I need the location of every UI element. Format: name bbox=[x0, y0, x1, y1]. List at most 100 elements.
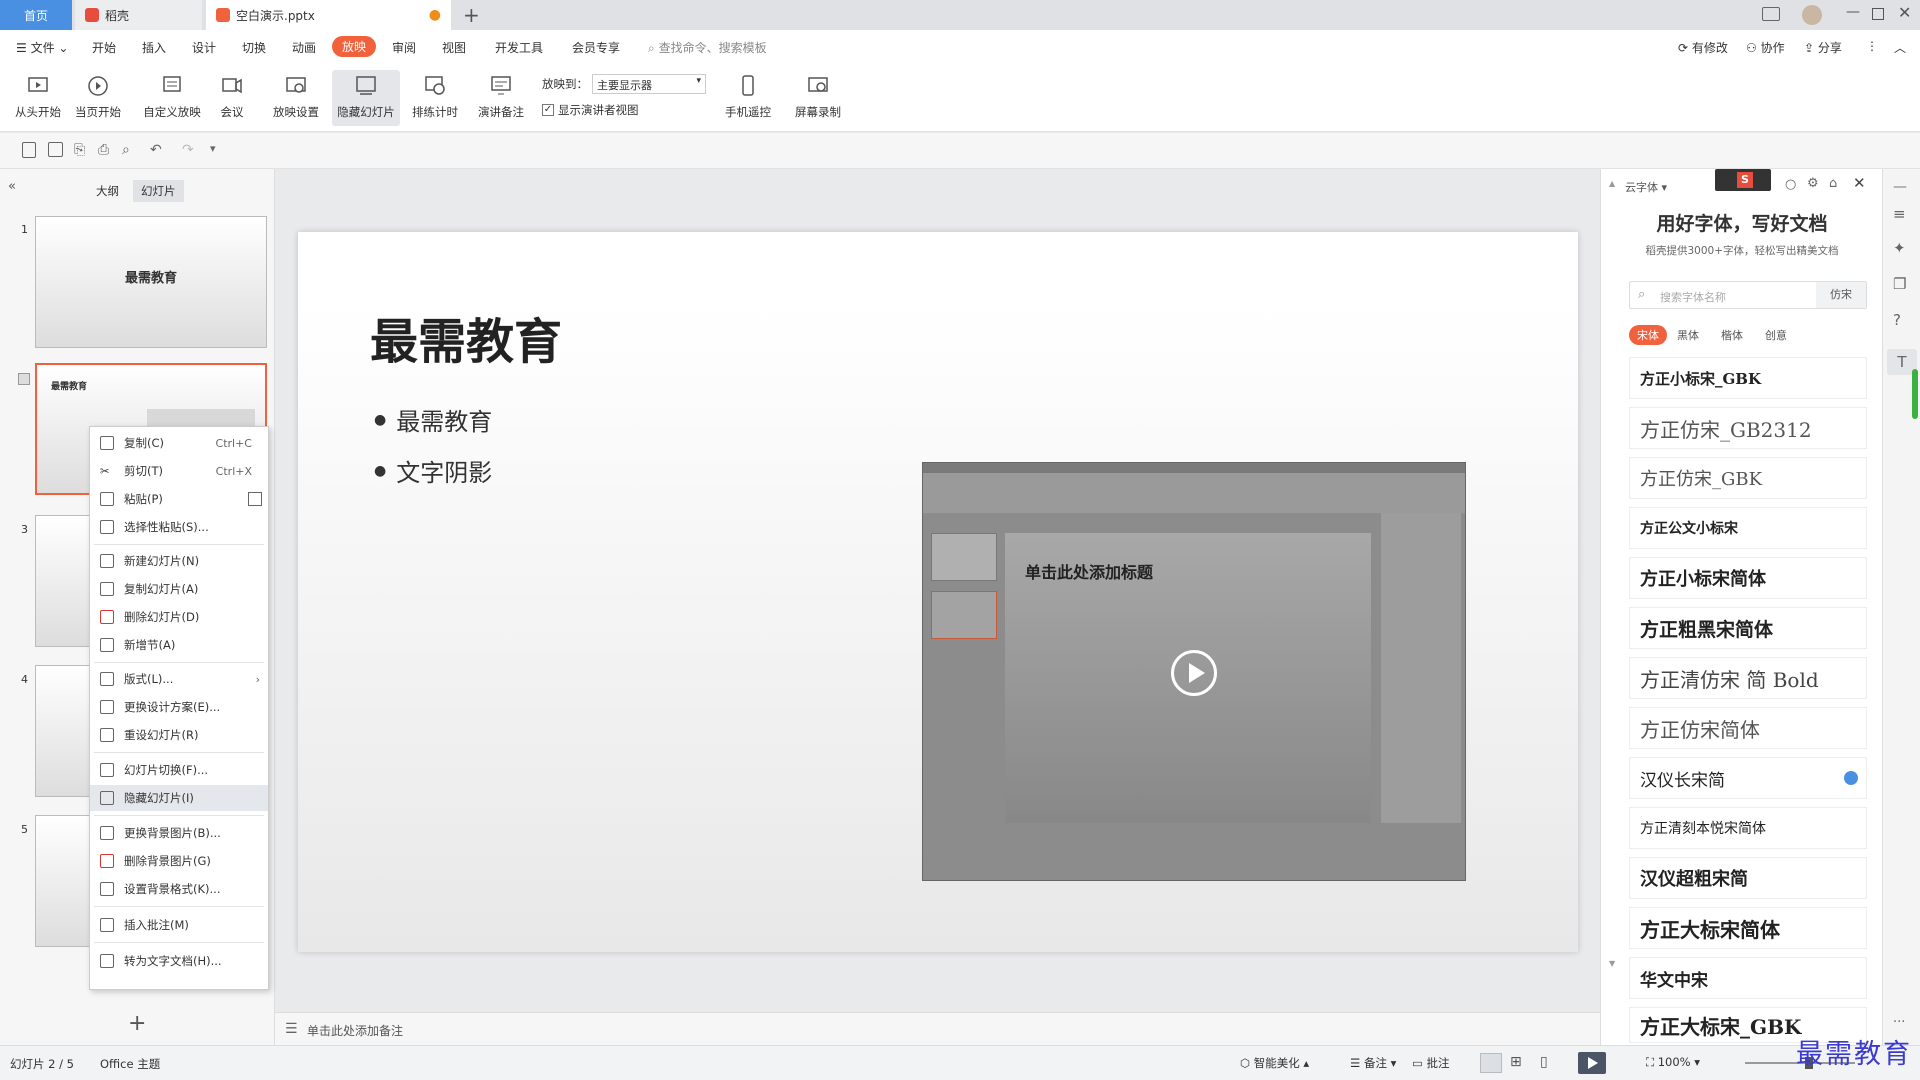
ctx-layout[interactable]: 版式(L)... › bbox=[90, 666, 268, 692]
font-item[interactable]: 方正仿宋简体 bbox=[1629, 707, 1867, 749]
slide-title[interactable]: 最需教育 bbox=[370, 302, 562, 372]
screen-record-button[interactable]: 屏幕录制 bbox=[790, 70, 846, 126]
sorter-view-icon[interactable]: ⊞ bbox=[1510, 1054, 1522, 1070]
play-to-select[interactable]: 主要显示器 ▾ bbox=[592, 74, 706, 94]
font-search-tag[interactable]: 仿宋 bbox=[1816, 282, 1866, 308]
font-panel-header[interactable]: 云字体 ▾ bbox=[1625, 179, 1667, 195]
normal-view-icon[interactable] bbox=[1480, 1053, 1502, 1073]
paste-options-icon[interactable] bbox=[248, 492, 262, 506]
new-file-icon[interactable] bbox=[22, 142, 36, 158]
smart-beautify-button[interactable]: ⬡ 智能美化 ▴ bbox=[1240, 1055, 1309, 1071]
undo-icon[interactable]: ↶ bbox=[150, 142, 168, 160]
menu-insert[interactable]: 插入 bbox=[142, 39, 166, 56]
ctx-format-background[interactable]: 设置背景格式(K)... bbox=[90, 876, 268, 902]
font-cat-hei[interactable]: 黑体 bbox=[1677, 327, 1699, 343]
command-search[interactable]: ⌕ 查找命令、搜索模板 bbox=[648, 39, 767, 56]
play-slideshow-button[interactable] bbox=[1578, 1052, 1606, 1074]
new-tab-icon[interactable]: + bbox=[463, 3, 480, 27]
font-item[interactable]: 方正大标宋简体 bbox=[1629, 907, 1867, 949]
chat-icon[interactable]: ○ bbox=[1785, 177, 1796, 192]
ctx-cut[interactable]: ✂ 剪切(T) Ctrl+X bbox=[90, 458, 268, 484]
menu-animation[interactable]: 动画 bbox=[292, 39, 316, 56]
font-search-input[interactable]: ⌕ 搜索字体名称 仿宋 bbox=[1629, 281, 1867, 309]
bullet-item[interactable]: ● 文字阴影 bbox=[374, 453, 492, 488]
zoom-control[interactable]: ⛶ 100% ▾ bbox=[1646, 1055, 1700, 1070]
ctx-new-slide[interactable]: 新建幻灯片(N) bbox=[90, 548, 268, 574]
print-preview-icon[interactable]: ⌕ bbox=[122, 142, 140, 160]
has-edits-button[interactable]: ⟳ 有修改 bbox=[1678, 39, 1728, 56]
presenter-view-checkbox[interactable]: ✓ bbox=[542, 104, 554, 116]
format-painter-icon[interactable]: ⎘ bbox=[74, 142, 92, 160]
collab-button[interactable]: ⚇ 协作 bbox=[1746, 39, 1785, 56]
more-icon[interactable]: ⋮ bbox=[1866, 39, 1878, 53]
more-icon[interactable]: ··· bbox=[1893, 1015, 1905, 1030]
minimize-icon[interactable]: — bbox=[1846, 4, 1860, 20]
ctx-duplicate-slide[interactable]: 复制幻灯片(A) bbox=[90, 576, 268, 602]
embedded-video[interactable]: 单击此处添加标题 bbox=[922, 462, 1466, 881]
workspace-icon[interactable] bbox=[1762, 7, 1780, 21]
phone-remote-button[interactable]: 手机遥控 bbox=[720, 70, 776, 126]
collapse-ribbon-icon[interactable]: ︿ bbox=[1894, 39, 1906, 56]
add-slide-button[interactable]: + bbox=[128, 1011, 146, 1036]
font-item[interactable]: 方正小标宋_GBK bbox=[1629, 357, 1867, 399]
play-from-start-button[interactable]: 从头开始 bbox=[12, 70, 64, 126]
hide-slide-button[interactable]: 隐藏幻灯片 bbox=[332, 70, 400, 126]
show-settings-button[interactable]: 放映设置 bbox=[266, 70, 326, 126]
close-window-icon[interactable]: ✕ bbox=[1898, 3, 1911, 22]
slide-thumbnail-1[interactable]: 最需教育 bbox=[35, 216, 267, 348]
collapse-pane-icon[interactable]: « bbox=[8, 179, 16, 194]
notes-bar[interactable]: ☰ 单击此处添加备注 bbox=[275, 1012, 1600, 1045]
font-item[interactable]: 方正小标宋简体 bbox=[1629, 557, 1867, 599]
avatar[interactable] bbox=[1802, 5, 1822, 25]
tab-slides[interactable]: 幻灯片 bbox=[133, 180, 184, 202]
menu-member[interactable]: 会员专享 bbox=[572, 39, 620, 56]
ctx-change-design[interactable]: 更换设计方案(E)... bbox=[90, 694, 268, 720]
menu-transition[interactable]: 切换 bbox=[242, 39, 266, 56]
font-item[interactable]: 方正仿宋_GB2312 bbox=[1629, 407, 1867, 449]
font-item[interactable]: 方正粗黑宋简体 bbox=[1629, 607, 1867, 649]
tab-outline[interactable]: 大纲 bbox=[96, 183, 119, 199]
menu-view[interactable]: 视图 bbox=[442, 39, 466, 56]
transition-panel-icon[interactable]: ❐ bbox=[1893, 275, 1906, 293]
share-button[interactable]: ⇪ 分享 bbox=[1804, 39, 1842, 56]
presenter-view-row[interactable]: ✓ 显示演讲者视图 bbox=[542, 102, 639, 118]
font-item[interactable]: 方正清仿宋 简 Bold bbox=[1629, 657, 1867, 699]
menu-start[interactable]: 开始 bbox=[92, 39, 116, 56]
gear-icon[interactable]: ⚙ bbox=[1807, 176, 1819, 191]
print-icon[interactable]: ⎙ bbox=[98, 142, 116, 160]
ctx-insert-comment[interactable]: 插入批注(M) bbox=[90, 912, 268, 938]
menu-developer[interactable]: 开发工具 bbox=[495, 39, 543, 56]
ctx-change-bg-image[interactable]: 更换背景图片(B)... bbox=[90, 820, 268, 846]
speaker-notes-button[interactable]: 演讲备注 bbox=[474, 70, 528, 126]
tab-document[interactable]: 空白演示.pptx ● bbox=[206, 0, 451, 30]
font-cat-kai[interactable]: 楷体 bbox=[1721, 327, 1743, 343]
font-item[interactable]: 方正仿宋_GBK bbox=[1629, 457, 1867, 499]
help-icon[interactable]: ? bbox=[1893, 311, 1901, 329]
ctx-paste[interactable]: 粘贴(P) bbox=[90, 486, 268, 512]
font-item[interactable]: 汉仪长宋简 bbox=[1629, 757, 1867, 799]
custom-show-button[interactable]: 自定义放映 bbox=[140, 70, 204, 126]
ctx-paste-special[interactable]: 选择性粘贴(S)... bbox=[90, 514, 268, 540]
meeting-button[interactable]: 会议 bbox=[212, 70, 252, 126]
menu-slideshow[interactable]: 放映 bbox=[332, 36, 377, 57]
font-item[interactable]: 华文中宋 bbox=[1629, 957, 1867, 999]
pin-icon[interactable]: ⌂ bbox=[1829, 176, 1837, 191]
ctx-convert-to-doc[interactable]: 转为文字文档(H)... bbox=[90, 948, 268, 974]
tab-daoke[interactable]: 稻壳 bbox=[75, 0, 202, 30]
ctx-copy[interactable]: 复制(C) Ctrl+C bbox=[90, 430, 268, 456]
slide-canvas[interactable]: 最需教育 ● 最需教育 ● 文字阴影 单击此处添加标题 bbox=[298, 232, 1578, 952]
menu-design[interactable]: 设计 bbox=[192, 39, 216, 56]
reading-view-icon[interactable]: ▯ bbox=[1540, 1054, 1548, 1070]
customize-icon[interactable]: ▾ bbox=[210, 142, 228, 160]
close-panel-icon[interactable]: ✕ bbox=[1853, 174, 1866, 192]
font-cat-song[interactable]: 宋体 bbox=[1629, 325, 1667, 345]
ctx-hide-slide[interactable]: 隐藏幻灯片(I) bbox=[90, 785, 268, 811]
comments-button[interactable]: ▭ 批注 bbox=[1412, 1055, 1450, 1071]
redo-icon[interactable]: ↷ bbox=[182, 142, 200, 160]
font-item[interactable]: 方正清刻本悦宋简体 bbox=[1629, 807, 1867, 849]
play-current-button[interactable]: 当页开始 bbox=[72, 70, 124, 126]
bullet-item[interactable]: ● 最需教育 bbox=[374, 402, 492, 437]
adjust-icon[interactable]: ≡ bbox=[1893, 205, 1906, 223]
ctx-new-section[interactable]: 新增节(A) bbox=[90, 632, 268, 658]
save-icon[interactable] bbox=[48, 142, 63, 157]
